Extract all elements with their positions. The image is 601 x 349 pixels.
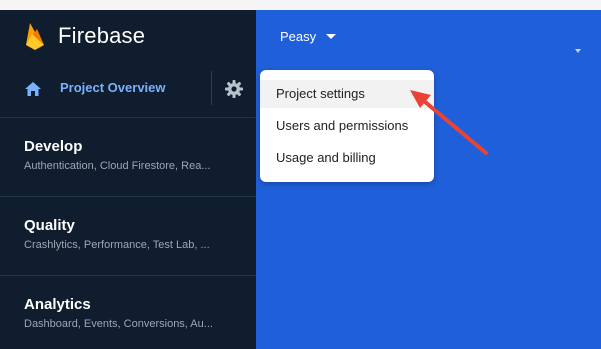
caret-down-icon xyxy=(326,34,337,39)
settings-dropdown-menu: Project settings Users and permissions U… xyxy=(260,70,434,182)
project-switcher[interactable]: Peasy xyxy=(280,29,337,44)
nav-divider xyxy=(211,71,212,105)
sidebar: Firebase Project Overview Develop Authen… xyxy=(0,0,256,349)
browser-top-strip xyxy=(0,0,601,10)
section-title: Quality xyxy=(24,217,75,234)
home-icon xyxy=(25,82,41,96)
brand[interactable]: Firebase xyxy=(24,21,145,51)
section-title: Develop xyxy=(24,138,83,155)
menu-item-usage-and-billing[interactable]: Usage and billing xyxy=(260,144,434,172)
firebase-flame-icon xyxy=(26,23,44,50)
caret-down-icon xyxy=(575,49,581,53)
section-title: Analytics xyxy=(24,296,91,313)
section-subtitle: Dashboard, Events, Conversions, Au... xyxy=(24,318,213,330)
gear-icon[interactable] xyxy=(224,79,244,99)
sidebar-section-develop[interactable]: Develop Authentication, Cloud Firestore,… xyxy=(0,118,256,197)
brand-name: Firebase xyxy=(58,23,146,48)
section-subtitle: Authentication, Cloud Firestore, Rea... xyxy=(24,160,211,172)
section-subtitle: Crashlytics, Performance, Test Lab, ... xyxy=(24,239,210,251)
sidebar-section-quality[interactable]: Quality Crashlytics, Performance, Test L… xyxy=(0,197,256,276)
project-overview-link[interactable]: Project Overview xyxy=(60,80,166,95)
menu-item-project-settings[interactable]: Project settings xyxy=(260,80,434,108)
firebase-console: Firebase Project Overview Develop Authen… xyxy=(0,0,601,349)
menu-item-users-and-permissions[interactable]: Users and permissions xyxy=(260,112,434,140)
project-name: Peasy xyxy=(280,29,317,44)
project-overview-row[interactable]: Project Overview xyxy=(0,61,256,118)
sidebar-section-analytics[interactable]: Analytics Dashboard, Events, Conversions… xyxy=(0,276,256,349)
